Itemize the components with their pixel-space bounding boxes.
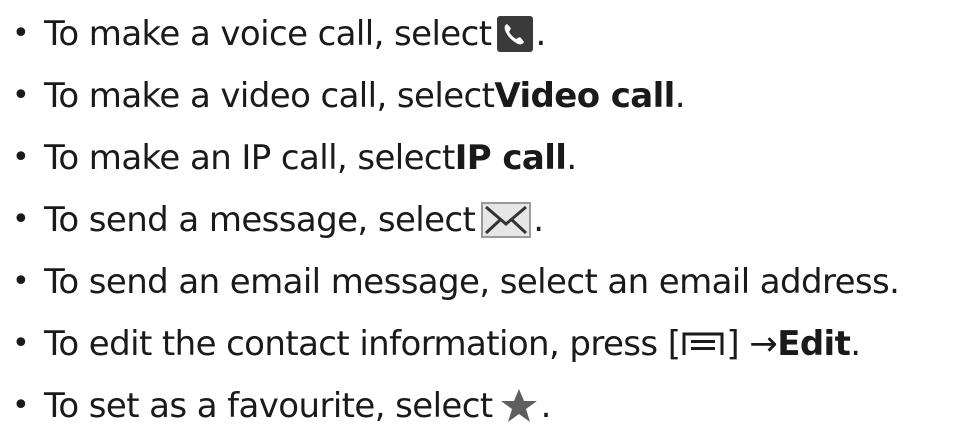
instruction-list: • To make a voice call, select . • To ma… [0, 0, 956, 440]
bullet: • [12, 326, 30, 361]
item-text-mid: ] → [726, 324, 778, 364]
list-item-video-call: • To make a video call, select Video cal… [12, 68, 686, 124]
bullet: • [12, 16, 30, 51]
list-item-voice-call: • To make a voice call, select . [12, 6, 546, 62]
video-call-label: Video call [494, 76, 675, 116]
list-item-favourite: • To set as a favourite, select . [12, 378, 551, 434]
item-text: To make a voice call, select [44, 14, 492, 54]
bullet: • [12, 78, 30, 113]
item-text: To make an IP call, select [44, 138, 455, 178]
bullet: • [12, 140, 30, 175]
item-text-end: . [540, 386, 552, 426]
list-item-ip-call: • To make an IP call, select IP call . [12, 130, 577, 186]
item-text: To edit the contact information, press [ [44, 324, 681, 364]
list-item-email: • To send an email message, select an em… [12, 254, 900, 310]
list-item-edit-contact: • To edit the contact information, press… [12, 316, 861, 372]
ip-call-label: IP call [454, 138, 567, 178]
item-text-end: . [566, 138, 577, 178]
bullet: • [12, 264, 30, 299]
list-item-message: • To send a message, select . [12, 192, 544, 248]
item-text: To send a message, select [44, 200, 476, 240]
envelope-icon [481, 202, 532, 238]
item-text: To set as a favourite, select [44, 386, 493, 426]
item-text: To send an email message, select an emai… [44, 262, 900, 302]
phone-icon [497, 16, 534, 52]
item-text: To make a video call, select [44, 76, 495, 116]
item-text-end: . [674, 76, 686, 116]
edit-label: Edit [777, 324, 851, 364]
bullet: • [12, 202, 30, 237]
item-text-end: . [535, 14, 546, 54]
item-text-end: . [533, 200, 544, 240]
bullet: • [12, 388, 30, 423]
item-text-end: . [850, 324, 861, 364]
star-icon [498, 387, 539, 425]
menu-key-icon [682, 331, 724, 357]
